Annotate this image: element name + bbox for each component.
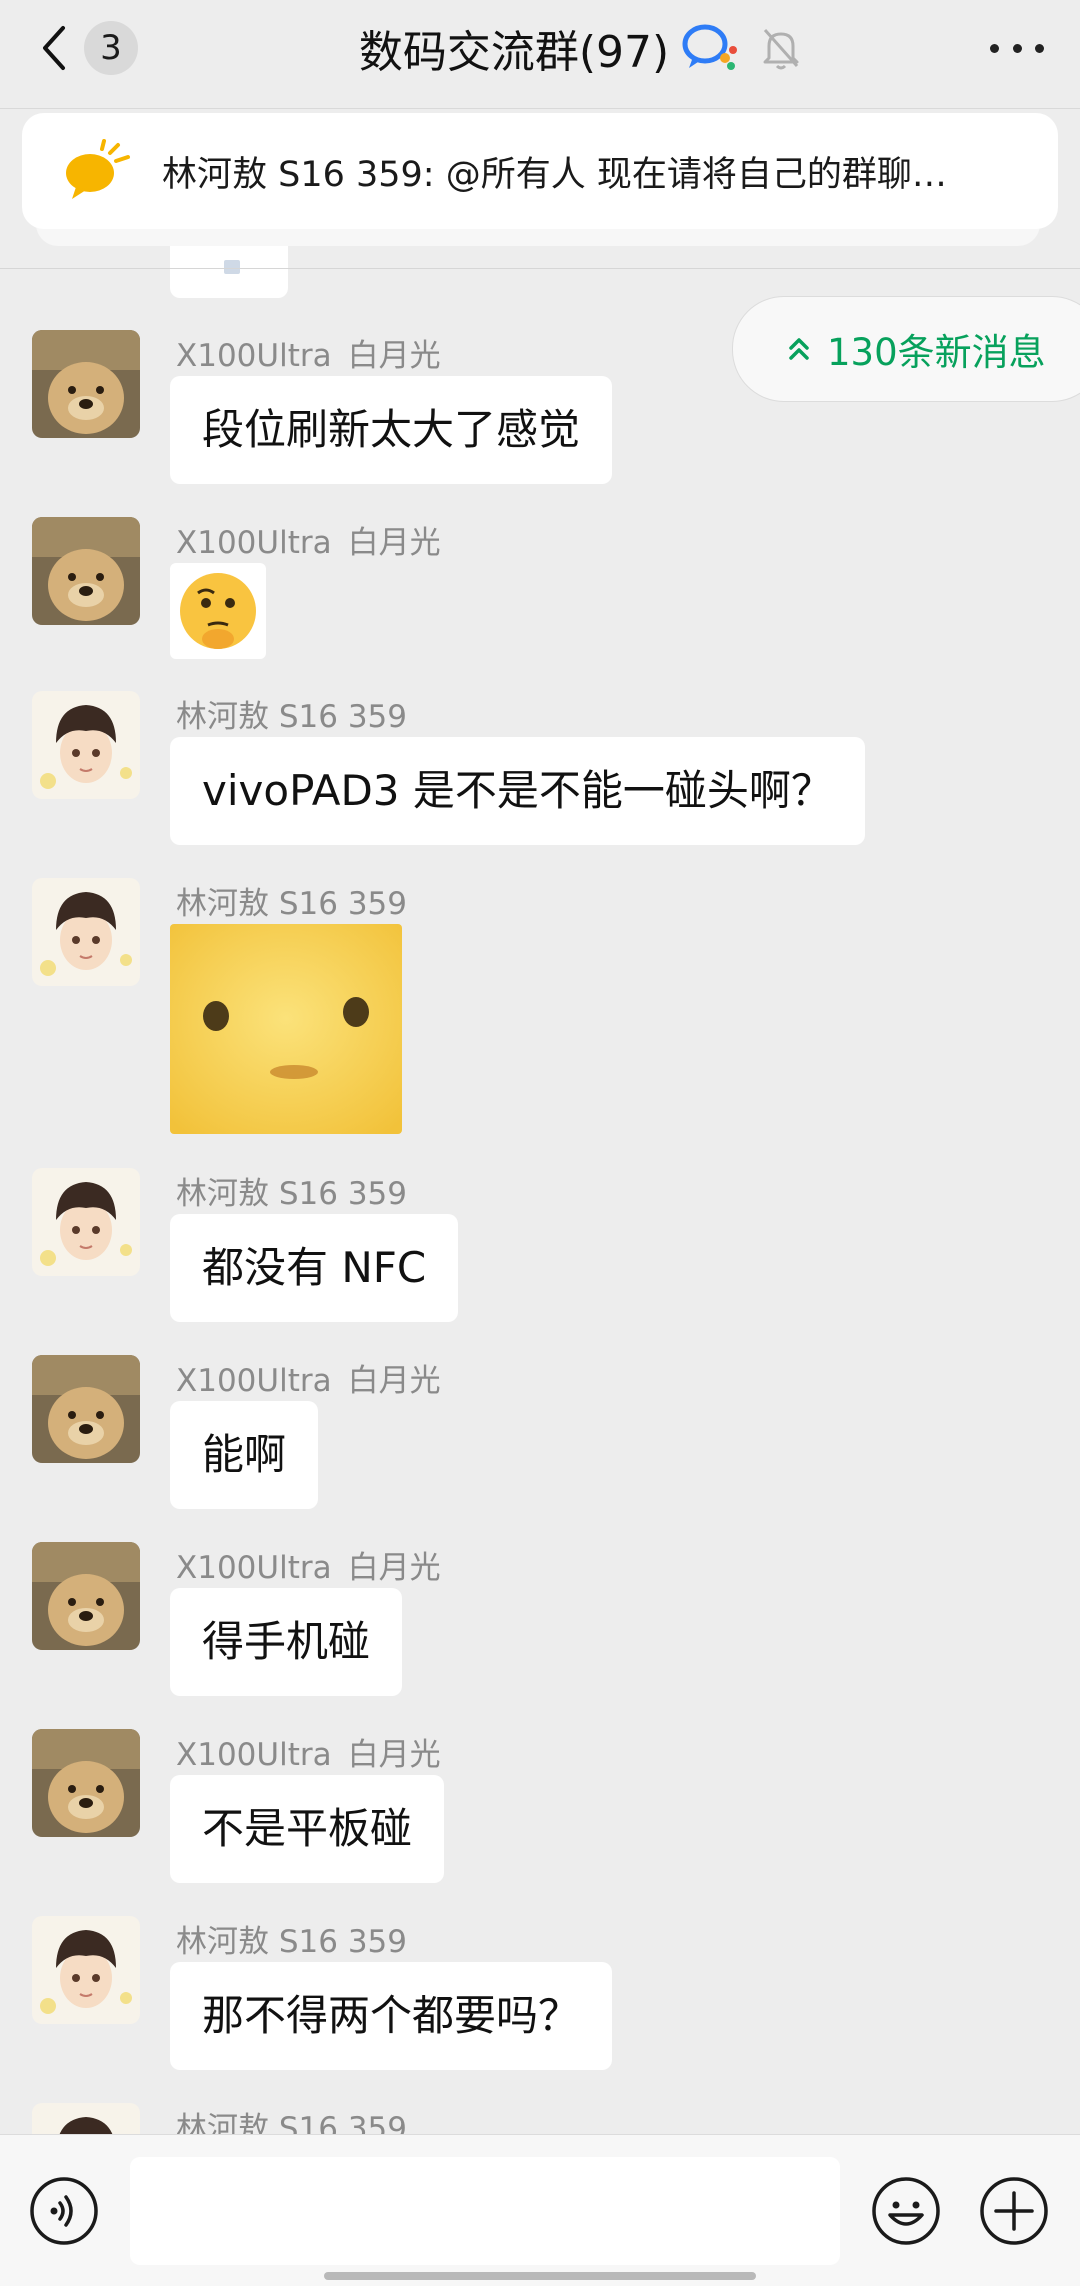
message-bubble[interactable]: 能啊 [170,1401,319,1509]
message-bubble[interactable]: vivoPAD3 是不是不能一碰头啊？ [170,737,865,845]
emoji-message[interactable] [170,563,266,659]
new-messages-button[interactable]: 130条新消息 [732,296,1080,402]
smiley-face-icon [872,2177,940,2245]
new-messages-label: 130条新消息 [827,331,1046,374]
sender-nickname: X100Ultra [176,1737,332,1773]
message-bubble[interactable]: 都没有 NFC [170,1214,459,1322]
message-bubble[interactable]: 那不得两个都要吗？ [170,1962,613,2070]
chat-title[interactable]: 数码交流群(97) [359,16,669,80]
sender-name: X100Ultra 白月光 [176,1729,441,1774]
sender-tag: 白月光 [347,1737,441,1773]
sender-name: X100Ultra 白月光 [176,1355,441,1400]
boy-avatar[interactable] [32,1916,140,2024]
chat-screen: 3 数码交流群(97) 林河敖 S16 359: @所有人 现在请将自己的群聊…… [0,0,1080,2286]
boy-avatar[interactable] [32,691,140,799]
more-dot [1035,43,1044,53]
sender-nickname: X100Ultra [176,338,332,374]
message-input-bar [0,2134,1080,2286]
sender-name: X100Ultra 白月光 [176,330,441,375]
sender-nickname: 林河敖 S16 359 [176,886,408,922]
home-indicator[interactable] [324,2272,756,2280]
thinking-face-icon [180,573,256,649]
sender-tag: 白月光 [347,338,441,374]
boy-avatar[interactable] [32,878,140,986]
sender-tag: 白月光 [347,1550,441,1586]
sender-tag: 白月光 [347,1363,441,1399]
previous-message-bubble[interactable] [170,246,288,298]
message-bubble[interactable]: 段位刷新太大了感觉 [170,376,613,484]
sender-nickname: X100Ultra [176,1550,332,1586]
dog-avatar[interactable] [32,517,140,625]
dog-avatar[interactable] [32,1729,140,1837]
group-chat-icon [679,20,741,76]
dog-avatar[interactable] [32,330,140,438]
double-chevron-up-icon [785,335,813,363]
sender-nickname: X100Ultra [176,525,332,561]
previous-message-content [224,260,240,274]
more-dots-icon [990,43,999,53]
group-announcement[interactable]: 林河敖 S16 359: @所有人 现在请将自己的群聊… [22,113,1058,229]
sender-name: 林河敖 S16 359 [176,691,407,736]
sender-name: 林河敖 S16 359 [176,878,407,923]
mute-bell-icon [761,26,801,70]
voice-input-button[interactable] [28,2175,100,2247]
sender-name: X100Ultra 白月光 [176,517,441,562]
more-functions-button[interactable] [978,2175,1050,2247]
message-bubble[interactable]: 得手机碰 [170,1588,403,1696]
yellow-face-sticker-icon [170,924,402,1134]
chat-header: 3 数码交流群(97) [0,0,1080,109]
boy-avatar[interactable] [32,1168,140,1276]
megaphone-icon [62,139,134,203]
voice-icon [30,2177,98,2245]
sender-nickname: X100Ultra [176,1363,332,1399]
sender-nickname: 林河敖 S16 359 [176,1924,408,1960]
sticker-image[interactable] [170,924,402,1134]
sender-name: 林河敖 S16 359 [176,1916,407,1961]
more-options-button[interactable] [990,30,1044,66]
dog-avatar[interactable] [32,1542,140,1650]
message-bubble[interactable]: 不是平板碰 [170,1775,445,1883]
emoji-button[interactable] [870,2175,942,2247]
sender-name: 林河敖 S16 359 [176,1168,407,1213]
sender-nickname: 林河敖 S16 359 [176,1176,408,1212]
announcement-text: 林河敖 S16 359: @所有人 现在请将自己的群聊… [162,154,947,195]
sender-tag: 白月光 [347,525,441,561]
plus-circle-icon [980,2177,1048,2245]
sender-name: X100Ultra 白月光 [176,1542,441,1587]
more-dot [1012,43,1022,53]
message-text-input[interactable] [130,2157,840,2265]
dog-avatar[interactable] [32,1355,140,1463]
sender-nickname: 林河敖 S16 359 [176,699,408,735]
announcement-divider [0,268,1080,269]
title-area: 数码交流群(97) [0,18,1080,78]
